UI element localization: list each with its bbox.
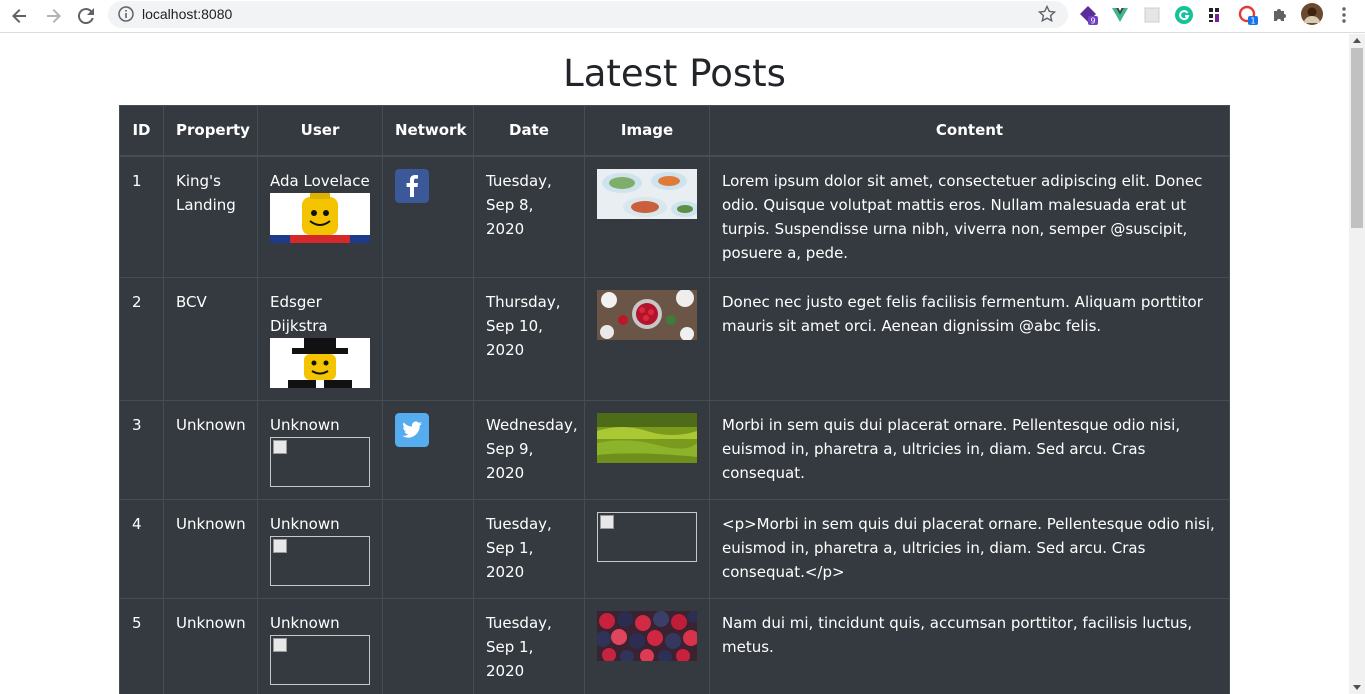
cell-property: Unknown	[163, 499, 258, 599]
user-name: Unknown	[270, 614, 340, 632]
forward-arrow-icon[interactable]	[41, 4, 65, 28]
ext-red-badge-icon[interactable]: 1	[1238, 5, 1258, 25]
cell-date: Wednesday, Sep 9, 2020	[473, 400, 585, 500]
cell-id: 3	[119, 400, 164, 500]
column-header-image: Image	[584, 105, 710, 157]
post-thumbnail-field[interactable]	[597, 413, 697, 463]
cell-user: Ada Lovelace	[257, 155, 383, 278]
kebab-menu-icon[interactable]	[1334, 5, 1354, 25]
table-header: ID Property User Network Date Image Cont…	[119, 105, 1230, 157]
user-name: Edsger Dijkstra	[270, 293, 328, 335]
scroll-up-arrow-icon[interactable]	[1353, 38, 1361, 43]
cell-id: 5	[119, 598, 164, 694]
cell-property: Unknown	[163, 400, 258, 500]
badge-count-2: 1	[1250, 17, 1255, 26]
ext-grid-icon[interactable]	[1206, 5, 1226, 25]
scrollbar-thumb[interactable]	[1351, 48, 1363, 228]
browser-toolbar: localhost:8080 9 1	[0, 0, 1365, 33]
cell-content: Nam dui mi, tincidunt quis, accumsan por…	[709, 598, 1230, 694]
cell-date: Tuesday, Sep 8, 2020	[473, 155, 585, 278]
grammarly-icon[interactable]	[1174, 5, 1194, 25]
ext-purple-badge-icon[interactable]: 9	[1078, 5, 1098, 25]
address-bar[interactable]: localhost:8080	[108, 1, 1068, 28]
cell-date: Tuesday, Sep 1, 2020	[473, 499, 585, 599]
broken-post-image[interactable]	[597, 512, 697, 562]
facebook-icon[interactable]	[395, 168, 429, 203]
blank-ext-icon[interactable]	[1142, 5, 1162, 25]
cell-property: Unknown	[163, 598, 258, 694]
post-thumbnail-mixed-berries[interactable]	[597, 611, 697, 661]
badge-count-1: 9	[1090, 17, 1095, 26]
table-row: 5 Unknown Unknown Tuesday, Sep 1, 2020 N…	[119, 598, 1230, 694]
user-name: Ada Lovelace	[270, 171, 370, 190]
table-row: 2 BCV Edsger Dijkstra Thursday, Sep 10, …	[119, 277, 1230, 401]
column-header-property: Property	[163, 105, 258, 157]
cell-image	[584, 400, 710, 500]
url-text: localhost:8080	[142, 6, 233, 22]
user-name: Unknown	[270, 515, 340, 533]
vue-icon[interactable]	[1110, 5, 1130, 25]
table-row: 1 King's Landing Ada Lovelace Tuesday, S…	[119, 155, 1230, 278]
cell-network	[382, 155, 474, 278]
cell-image	[584, 598, 710, 694]
table-row: 4 Unknown Unknown Tuesday, Sep 1, 2020 <…	[119, 499, 1230, 599]
table-row: 3 Unknown Unknown Wednesday, Sep 9, 2020	[119, 400, 1230, 500]
back-arrow-icon[interactable]	[8, 4, 32, 28]
vertical-scrollbar[interactable]	[1349, 34, 1365, 694]
cell-user: Unknown	[257, 598, 383, 694]
cell-content: Morbi in sem quis dui placerat ornare. P…	[709, 400, 1230, 500]
cell-id: 4	[119, 499, 164, 599]
posts-table: ID Property User Network Date Image Cont…	[119, 105, 1230, 694]
cell-network	[382, 499, 474, 599]
cell-network	[382, 598, 474, 694]
cell-date: Tuesday, Sep 1, 2020	[473, 598, 585, 694]
broken-avatar-image	[270, 635, 370, 685]
column-header-content: Content	[709, 105, 1230, 157]
cell-id: 2	[119, 277, 164, 401]
cell-network	[382, 277, 474, 401]
user-name: Unknown	[270, 416, 340, 434]
column-header-user: User	[257, 105, 383, 157]
puzzle-icon[interactable]	[1270, 5, 1290, 25]
post-thumbnail-berries[interactable]	[597, 290, 697, 340]
twitter-icon[interactable]	[395, 413, 429, 447]
cell-property: King's Landing	[163, 155, 258, 278]
posts-table-wrapper: ID Property User Network Date Image Cont…	[119, 105, 1230, 694]
info-icon[interactable]	[118, 6, 134, 22]
post-thumbnail-food[interactable]	[597, 168, 697, 219]
lego-avatar-image	[270, 192, 370, 243]
bookmark-star-icon[interactable]	[1038, 5, 1056, 23]
cell-image	[584, 277, 710, 401]
broken-avatar-image	[270, 536, 370, 586]
column-header-id: ID	[119, 105, 164, 157]
page-title: Latest Posts	[563, 52, 786, 95]
cell-id: 1	[119, 155, 164, 278]
lego-hat-avatar-image	[270, 338, 370, 388]
scroll-down-arrow-icon[interactable]	[1353, 685, 1361, 690]
cell-property: BCV	[163, 277, 258, 401]
cell-network	[382, 400, 474, 500]
cell-image	[584, 499, 710, 599]
profile-avatar[interactable]	[1301, 3, 1323, 25]
cell-image	[584, 155, 710, 278]
column-header-date: Date	[473, 105, 585, 157]
cell-content: Lorem ipsum dolor sit amet, consectetuer…	[709, 155, 1230, 278]
cell-date: Thursday, Sep 10, 2020	[473, 277, 585, 401]
reload-icon[interactable]	[74, 4, 98, 28]
column-header-network: Network	[382, 105, 474, 157]
cell-content: <p>Morbi in sem quis dui placerat ornare…	[709, 499, 1230, 599]
cell-user: Edsger Dijkstra	[257, 277, 383, 401]
broken-avatar-image	[270, 437, 370, 487]
page-content: Latest Posts ID Property User Network Da…	[0, 34, 1349, 694]
cell-user: Unknown	[257, 400, 383, 500]
cell-user: Unknown	[257, 499, 383, 599]
cell-content: Donec nec justo eget felis facilisis fer…	[709, 277, 1230, 401]
